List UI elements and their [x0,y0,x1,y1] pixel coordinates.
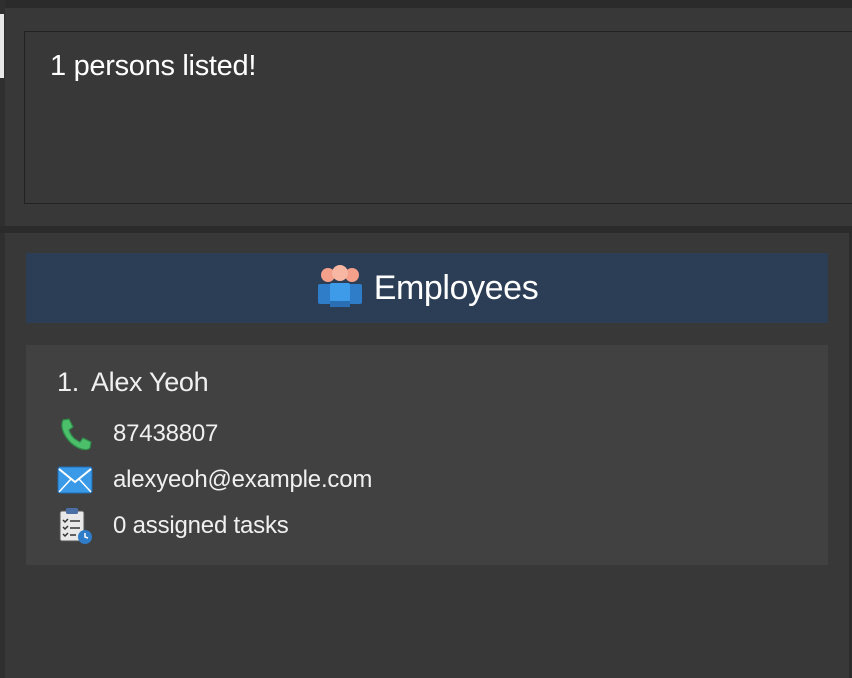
left-edge-highlight [0,14,4,78]
employees-group-icon [316,263,364,314]
list-title: Employees [373,268,539,307]
email-row: alexyeoh@example.com [57,461,372,499]
clipboard-tasks-icon [57,507,95,545]
panel-divider [0,226,852,233]
phone-number: 87438807 [113,420,219,447]
top-border [0,0,852,8]
email-icon [57,461,95,499]
result-message: 1 persons listed! [50,50,257,82]
email-address: alexyeoh@example.com [113,466,373,493]
person-card[interactable]: 1. Alex Yeoh 87438807 alexyeoh@example.co… [26,345,828,565]
app-window: 1 persons listed! Employees 1. Alex Yeoh [0,0,852,678]
list-header: Employees [26,253,828,323]
person-name-row: 1. Alex Yeoh [57,367,209,398]
tasks-row: 0 assigned tasks [57,507,289,545]
person-index: 1. [57,367,79,397]
phone-icon [57,415,95,453]
person-name: Alex Yeoh [90,367,209,397]
assigned-tasks-count: 0 assigned tasks [113,512,289,539]
phone-row: 87438807 [57,415,218,453]
result-display-box[interactable]: 1 persons listed! [24,31,852,204]
